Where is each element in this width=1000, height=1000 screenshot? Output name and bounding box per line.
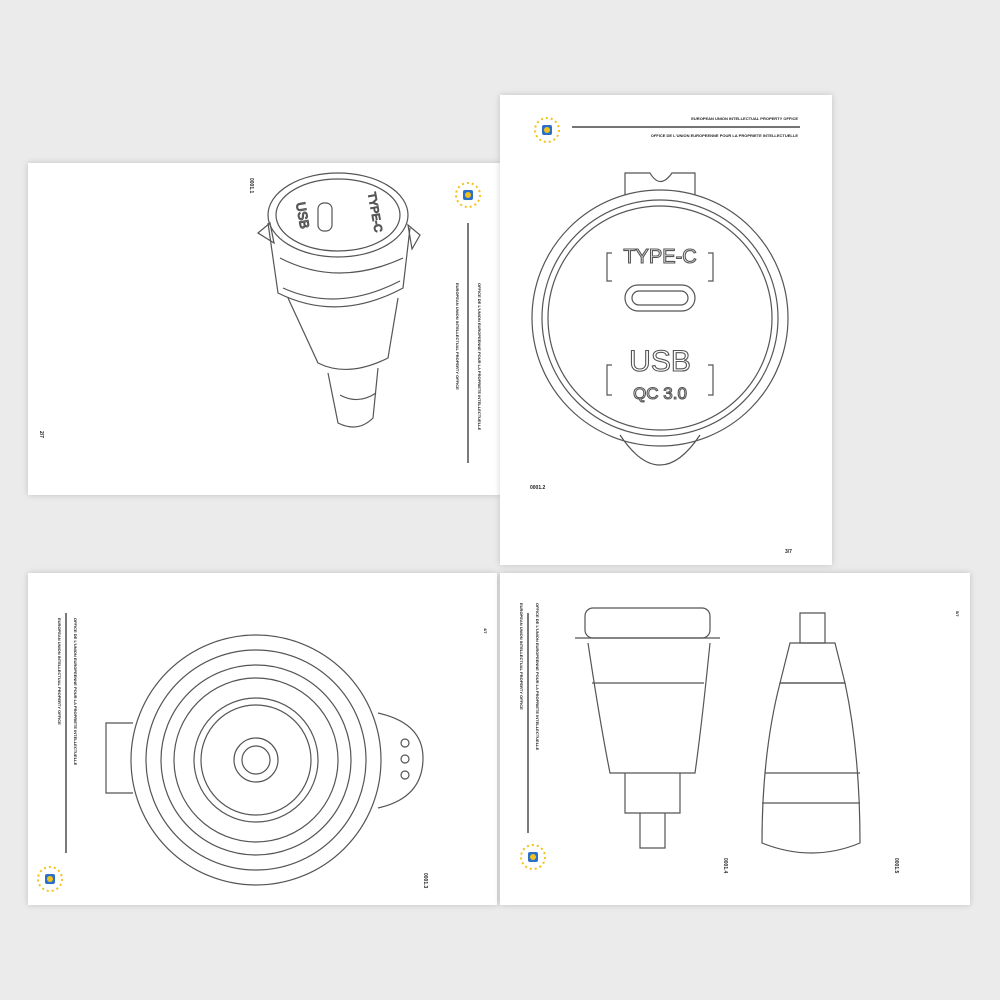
figure-label-a: 0001.4	[722, 858, 728, 874]
page-number: 4/7	[483, 628, 488, 634]
euipo-logo	[37, 866, 63, 892]
bottom-view-drawing: EUROPEAN UNION INTELLECTUAL PROPERTY OFF…	[37, 613, 488, 892]
sheet-top-view: EUROPEAN UNION INTELLECTUAL PROPERTY OFF…	[500, 95, 832, 565]
usb-engraving: USB	[293, 201, 312, 230]
sheet-side-views: EUROPEAN UNION INTELLECTUAL PROPERTY OFF…	[500, 573, 970, 905]
header-line2: OFFICE DE L'UNION EUROPEENNE POUR LA PRO…	[73, 618, 78, 766]
page-number: 2/7	[38, 431, 44, 438]
top-view-drawing: EUROPEAN UNION INTELLECTUAL PROPERTY OFF…	[530, 116, 800, 555]
header-line1: EUROPEAN UNION INTELLECTUAL PROPERTY OFF…	[455, 283, 460, 390]
header-line1: EUROPEAN UNION INTELLECTUAL PROPERTY OFF…	[57, 618, 62, 725]
page-number: 3/7	[785, 549, 792, 555]
euipo-logo	[534, 117, 560, 143]
type-c-engraving: TYPE-C	[365, 191, 384, 233]
sheet-bottom-view: EUROPEAN UNION INTELLECTUAL PROPERTY OFF…	[28, 573, 497, 905]
figure-label-b: 0001.5	[893, 858, 899, 874]
charger-bottom-drawing	[105, 634, 424, 886]
type-c-label: TYPE-C	[623, 246, 696, 268]
charger-drawing	[256, 172, 421, 428]
qc-label: QC 3.0	[633, 384, 687, 403]
figure-label: 0001.3	[422, 873, 428, 889]
side-views-drawing: EUROPEAN UNION INTELLECTUAL PROPERTY OFF…	[519, 603, 960, 874]
header-line2: OFFICE DE L'UNION EUROPEENNE POUR LA PRO…	[651, 133, 799, 138]
charger-side-view-b	[761, 612, 861, 854]
charger-side-view-a	[575, 607, 720, 849]
figure-label: 0001.2	[530, 485, 546, 491]
header-line1: EUROPEAN UNION INTELLECTUAL PROPERTY OFF…	[519, 603, 524, 710]
euipo-logo	[520, 844, 546, 870]
header-line1: EUROPEAN UNION INTELLECTUAL PROPERTY OFF…	[691, 116, 798, 121]
charger-top-drawing	[531, 172, 789, 466]
sheet-isometric-view: EUROPEAN UNION INTELLECTUAL PROPERTY OFF…	[28, 163, 500, 495]
isometric-drawing: EUROPEAN UNION INTELLECTUAL PROPERTY OFF…	[38, 172, 482, 463]
page-number: 5/7	[955, 611, 960, 617]
header-line2: OFFICE DE L'UNION EUROPEENNE POUR LA PRO…	[477, 283, 482, 431]
euipo-logo	[455, 182, 481, 208]
header-line2: OFFICE DE L'UNION EUROPEENNE POUR LA PRO…	[535, 603, 540, 751]
usb-label: USB	[629, 345, 691, 378]
figure-label: 0001.1	[248, 178, 254, 194]
